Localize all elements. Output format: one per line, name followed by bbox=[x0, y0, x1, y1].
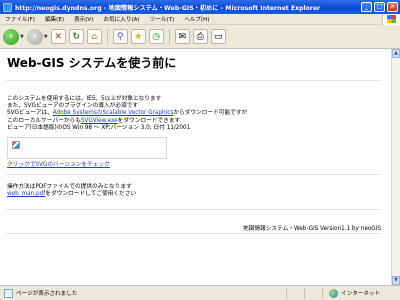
menu-file[interactable]: ファイル(F) bbox=[0, 15, 40, 23]
menu-bar: ファイル(F) 編集(E) 表示(V) お気に入り(A) ツール(T) ヘルプ(… bbox=[0, 13, 400, 25]
manual-text: 操作方法はPDFファイルでの提供のみとなります web_man.pdfをダウンロ… bbox=[7, 184, 136, 198]
divider bbox=[6, 80, 381, 81]
toolbar: ‹ ▼ › ▼ ✕ ↻ ⌂ ⚲ ★ ◷ ✉ ⎙ ▭ bbox=[0, 25, 400, 49]
menu-tools[interactable]: ツール(T) bbox=[145, 15, 180, 23]
menu-help[interactable]: ヘルプ(H) bbox=[179, 15, 214, 23]
back-button[interactable]: ‹ bbox=[3, 28, 19, 45]
menu-view[interactable]: 表示(V) bbox=[69, 15, 98, 23]
divider bbox=[6, 209, 381, 210]
page-done-icon bbox=[4, 288, 13, 298]
mail-icon: ✉ bbox=[178, 31, 186, 42]
refresh-button[interactable]: ↻ bbox=[68, 29, 84, 44]
status-cell bbox=[304, 287, 322, 299]
security-zone: インターネット bbox=[322, 287, 400, 299]
footer-credit: 地図情報システム・Web-GIS Version1.1 by neoGIS bbox=[242, 226, 381, 232]
status-text: ページが表示されました bbox=[16, 291, 78, 297]
manual-download-line: web_man.pdfをダウンロードしてご使用ください bbox=[7, 191, 137, 198]
viewer-info-line: ビューア(日本語版)のOS Win 98 ～ XP;バージョン 3.0; 日付 … bbox=[7, 124, 191, 131]
back-dropdown-icon[interactable]: ▼ bbox=[20, 34, 24, 40]
local-download-line: このローカルサーバーからもSVGView.exeをダウンロードできます bbox=[7, 117, 181, 124]
print-button[interactable]: ⎙ bbox=[192, 29, 208, 44]
search-button[interactable]: ⚲ bbox=[112, 29, 128, 44]
forward-button[interactable]: › bbox=[26, 28, 43, 45]
windows-logo-icon bbox=[382, 13, 400, 25]
history-icon: ◷ bbox=[152, 31, 161, 42]
scroll-up-arrow-icon[interactable]: ▲ bbox=[392, 49, 400, 58]
svgview-exe-link[interactable]: SVGView.exe bbox=[81, 118, 118, 124]
history-button[interactable]: ◷ bbox=[148, 29, 164, 44]
requirements-text: このシステムを使用するには、IE5、5以上が対象となります また、SVGビューア… bbox=[7, 96, 247, 132]
status-cell bbox=[286, 287, 304, 299]
check-svg-version-line: クリックでSVGのバージョンをチェック bbox=[7, 162, 110, 169]
adobe-svg-link[interactable]: Adobe SystemsのScalable Vector Graphics bbox=[53, 110, 174, 116]
home-icon: ⌂ bbox=[91, 31, 98, 42]
scroll-down-arrow-icon[interactable]: ▼ bbox=[392, 276, 400, 285]
ie-app-icon bbox=[3, 2, 12, 12]
internet-globe-icon bbox=[329, 288, 338, 298]
print-icon: ⎙ bbox=[196, 31, 204, 42]
page-title: Web-GIS システムを使う前に bbox=[7, 56, 177, 70]
page-content: Web-GIS システムを使う前に このシステムを使用するには、IE5、5以上が… bbox=[0, 49, 391, 285]
vertical-scrollbar[interactable]: ▲ ▼ bbox=[391, 49, 400, 285]
stop-icon: ✕ bbox=[54, 31, 62, 42]
forward-dropdown-icon[interactable]: ▼ bbox=[44, 34, 48, 40]
window-title: http://neogis.dyndns.org - 地図情報システム・Web-… bbox=[15, 4, 321, 12]
search-icon: ⚲ bbox=[116, 31, 124, 42]
edit-window-icon: ▭ bbox=[213, 31, 223, 42]
toolbar-separator bbox=[168, 28, 170, 45]
toolbar-separator bbox=[106, 28, 108, 45]
web-man-pdf-link[interactable]: web_man.pdf bbox=[7, 191, 45, 197]
maximize-button[interactable]: □ bbox=[374, 2, 385, 12]
mail-button[interactable]: ✉ bbox=[174, 29, 190, 44]
check-svg-version-link[interactable]: クリックでSVGのバージョンをチェック bbox=[7, 162, 110, 168]
favorites-button[interactable]: ★ bbox=[130, 29, 146, 44]
close-button[interactable]: × bbox=[387, 2, 398, 12]
refresh-icon: ↻ bbox=[72, 31, 80, 42]
title-bar: http://neogis.dyndns.org - 地図情報システム・Web-… bbox=[0, 0, 400, 14]
divider bbox=[6, 174, 381, 175]
stop-button[interactable]: ✕ bbox=[50, 29, 66, 44]
home-button[interactable]: ⌂ bbox=[86, 29, 102, 44]
favorites-star-icon: ★ bbox=[134, 31, 143, 42]
menu-edit[interactable]: 編集(E) bbox=[40, 15, 69, 23]
divider bbox=[6, 233, 381, 234]
menu-favorites[interactable]: お気に入り(A) bbox=[98, 15, 144, 23]
svg-download-line: SVGビューアは、Adobe SystemsのScalable Vector G… bbox=[7, 110, 248, 117]
minimize-button[interactable]: _ bbox=[361, 2, 372, 12]
status-bar: ページが表示されました インターネット bbox=[0, 285, 400, 300]
broken-image-icon bbox=[12, 141, 20, 149]
svg-check-image-frame bbox=[7, 137, 167, 159]
zone-label: インターネット bbox=[341, 291, 381, 297]
edit-button[interactable]: ▭ bbox=[210, 29, 226, 44]
